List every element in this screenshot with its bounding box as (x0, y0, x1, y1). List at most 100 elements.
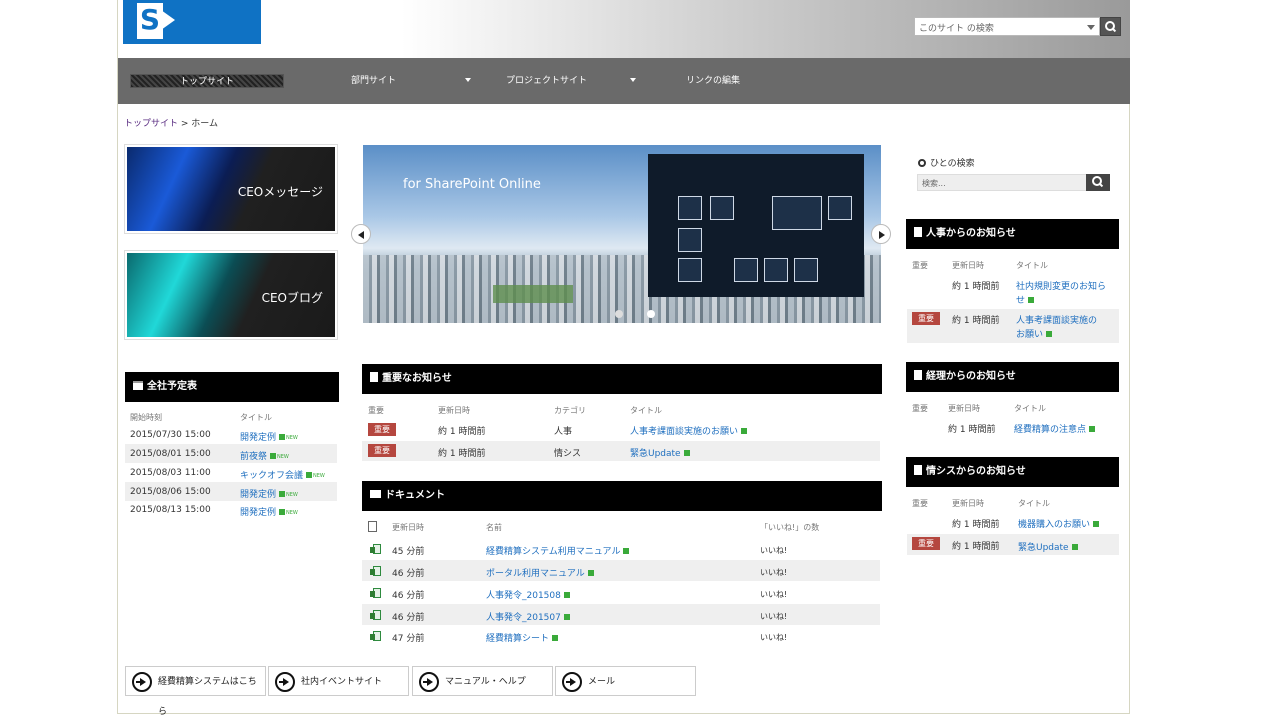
quick-link-label: 社内イベントサイト (301, 677, 383, 687)
schedule-event-link[interactable]: 開発定例 (240, 490, 276, 500)
bar-chart-icon (772, 196, 822, 230)
news-link[interactable]: 経費精算の注意点 (1014, 425, 1086, 435)
people-search-placeholder: 検索... (922, 179, 946, 188)
people-search-label: ひとの検索 (918, 156, 975, 169)
schedule-event[interactable]: 開発定例 NEW (240, 430, 298, 443)
news-link[interactable]: 緊急Update (1018, 543, 1069, 553)
schedule-event[interactable]: 開発定例 NEW (240, 487, 298, 500)
like-link[interactable]: いいね! (760, 611, 787, 622)
new-icon (741, 428, 748, 434)
schedule-time: 2015/08/13 15:00 (130, 505, 211, 515)
calendar-icon (133, 381, 143, 390)
notice-link[interactable]: 緊急Update (630, 449, 681, 459)
new-tag: NEW (313, 473, 325, 479)
breadcrumb-root-link[interactable]: トップサイト (124, 119, 178, 129)
schedule-event-link[interactable]: キックオフ会議 (240, 471, 303, 481)
document-name[interactable]: ポータル利用マニュアル (486, 566, 594, 579)
news-link[interactable]: お願い (1016, 330, 1043, 340)
site-search-placeholder: このサイト の検索 (919, 24, 994, 34)
new-icon (552, 635, 559, 641)
like-link[interactable]: いいね! (760, 589, 787, 600)
arrow-right-circle-icon (562, 672, 582, 692)
site-search-input[interactable]: このサイト の検索 (914, 17, 1100, 36)
site-search-button[interactable] (1100, 17, 1121, 36)
document-link[interactable]: 経費精算システム利用マニュアル (486, 547, 620, 557)
schedule-event[interactable]: 前夜祭 NEW (240, 449, 289, 462)
ceo-message-tile[interactable]: CEOメッセージ (124, 144, 338, 234)
nav-item-edit-links[interactable]: リンクの編集 (686, 74, 740, 88)
document-name[interactable]: 経費精算シート (486, 631, 559, 644)
park-image (493, 285, 573, 303)
hr-col-updated: 更新日時 (952, 261, 984, 270)
news-link[interactable]: せ (1016, 296, 1025, 306)
search-scope-dropdown-icon[interactable] (1087, 25, 1095, 30)
chevron-down-icon[interactable] (630, 78, 636, 82)
schedule-event[interactable]: キックオフ会議 NEW (240, 468, 325, 481)
ceo-blog-tile[interactable]: CEOブログ (124, 250, 338, 340)
carousel-indicators (603, 303, 667, 322)
carousel-dot-active[interactable] (647, 310, 655, 318)
arrow-right-circle-icon (275, 672, 295, 692)
accounting-news-panel-header: 経理からのお知らせ (906, 362, 1119, 392)
document-name[interactable]: 経費精算システム利用マニュアル (486, 544, 630, 557)
schedule-event[interactable]: 開発定例 NEW (240, 505, 298, 518)
nav-item-top-site[interactable]: トップサイト (130, 74, 284, 88)
quick-link-manual-help[interactable]: マニュアル・ヘルプ (412, 666, 553, 696)
quick-link-expense-system[interactable]: 経費精算システムはこちら (125, 666, 266, 717)
documents-col-updated: 更新日時 (392, 523, 424, 532)
news-title-cont[interactable]: せ (1016, 293, 1035, 306)
news-title[interactable]: 社内規則変更のお知ら (1016, 279, 1106, 292)
quick-link-event-site[interactable]: 社内イベントサイト (268, 666, 409, 696)
document-name[interactable]: 人事発令_201508 (486, 588, 570, 601)
nav-item-project-sites[interactable]: プロジェクトサイト (506, 74, 587, 88)
excel-file-icon (370, 631, 381, 641)
chevron-down-icon[interactable] (465, 78, 471, 82)
news-title-cont[interactable]: お願い (1016, 327, 1053, 340)
document-link[interactable]: ポータル利用マニュアル (486, 569, 585, 579)
document-name[interactable]: 人事発令_201507 (486, 610, 570, 623)
notice-title[interactable]: 人事考課面談実施のお願い (630, 424, 748, 437)
schedule-event-link[interactable]: 開発定例 (240, 508, 276, 518)
sharepoint-logo[interactable]: S (123, 0, 261, 44)
breadcrumb: トップサイト > ホーム (124, 116, 218, 129)
people-search-input[interactable]: 検索... (917, 174, 1087, 191)
file-type-column-icon (368, 521, 377, 532)
like-link[interactable]: いいね! (760, 545, 787, 556)
news-title[interactable]: 緊急Update (1018, 540, 1078, 553)
important-badge: 重要 (368, 423, 396, 436)
quick-link-label: 経費精算システムはこちら (158, 677, 257, 717)
document-link[interactable]: 人事発令_201508 (486, 591, 561, 601)
news-title[interactable]: 経費精算の注意点 (1014, 422, 1096, 435)
like-link[interactable]: いいね! (760, 632, 787, 643)
schedule-time: 2015/07/30 15:00 (130, 430, 211, 440)
document-link[interactable]: 人事発令_201507 (486, 613, 561, 623)
document-link[interactable]: 経費精算シート (486, 634, 549, 644)
it-col-title: タイトル (1018, 499, 1050, 508)
notice-updated: 約 1 時間前 (438, 449, 486, 459)
quick-link-mail[interactable]: メール (555, 666, 696, 696)
document-updated: 46 分前 (392, 591, 425, 601)
hr-news-panel-header: 人事からのお知らせ (906, 219, 1119, 249)
schedule-event-link[interactable]: 開発定例 (240, 433, 276, 443)
carousel-dot[interactable] (615, 310, 623, 318)
excel-file-icon (370, 566, 381, 576)
schedule-event-link[interactable]: 前夜祭 (240, 452, 267, 462)
tile-label: CEOメッセージ (237, 185, 323, 199)
hero-carousel[interactable]: for SharePoint Online (363, 145, 881, 323)
carousel-next-button[interactable] (871, 224, 891, 244)
notice-link[interactable]: 人事考課面談実施のお願い (630, 427, 738, 437)
news-link[interactable]: 社内規則変更のお知ら (1016, 282, 1106, 292)
carousel-prev-button[interactable] (351, 224, 371, 244)
news-link[interactable]: 人事考課面談実施の (1016, 316, 1097, 326)
new-icon (1093, 521, 1100, 527)
it-news-title: 情シスからのお知らせ (926, 466, 1026, 477)
people-search-button[interactable] (1086, 174, 1110, 191)
notice-title[interactable]: 緊急Update (630, 446, 690, 459)
like-link[interactable]: いいね! (760, 567, 787, 578)
news-title[interactable]: 機器購入のお願い (1018, 517, 1100, 530)
schedule-time: 2015/08/06 15:00 (130, 487, 211, 497)
news-link[interactable]: 機器購入のお願い (1018, 520, 1090, 530)
news-title[interactable]: 人事考課面談実施の (1016, 313, 1097, 326)
nav-item-department-sites[interactable]: 部門サイト (351, 74, 396, 88)
news-updated: 約 1 時間前 (952, 520, 1000, 530)
